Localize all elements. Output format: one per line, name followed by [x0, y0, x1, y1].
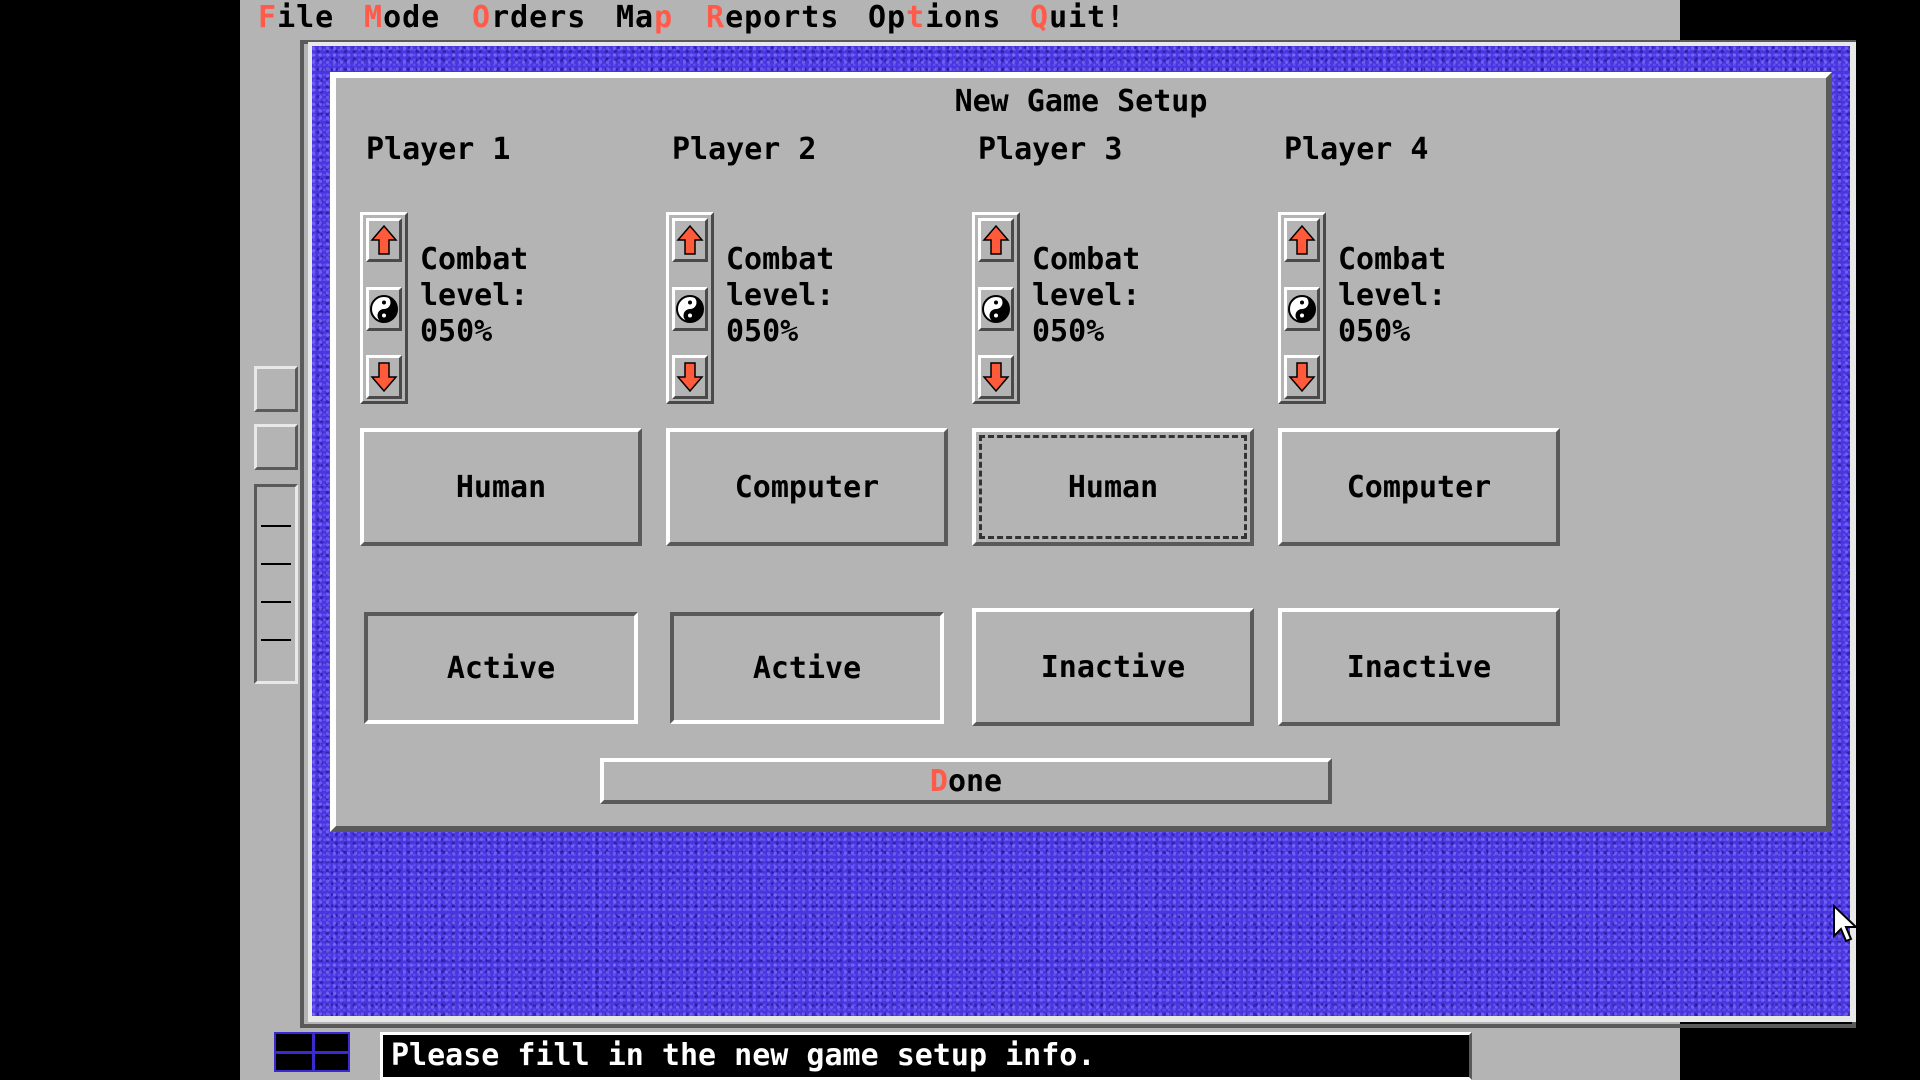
menu-quit[interactable]: Quit!	[1030, 0, 1125, 35]
player-4-status-button[interactable]: Inactive	[1278, 608, 1560, 726]
menu-options[interactable]: Options	[868, 0, 1001, 35]
player-2-type-button[interactable]: Computer	[666, 428, 948, 546]
menu-bar: File Mode Orders Map Reports Options Qui…	[240, 0, 1680, 36]
combat-label-line2: level:	[420, 278, 529, 313]
game-screen: File Mode Orders Map Reports Options Qui…	[240, 0, 1859, 1080]
player-name: Player 2	[672, 132, 817, 167]
player-name: Player 3	[978, 132, 1123, 167]
menu-map[interactable]: Map	[616, 0, 673, 35]
combat-reset-button[interactable]	[672, 287, 708, 331]
combat-label-line1: Combat	[420, 242, 529, 277]
menu-mode[interactable]: Mode	[364, 0, 440, 35]
player-3-status-button[interactable]: Inactive	[972, 608, 1254, 726]
arrow-down-icon	[982, 362, 1010, 393]
arrow-down-icon	[1288, 362, 1316, 393]
combat-level-spinner	[360, 212, 408, 404]
combat-level-value: 050%	[1032, 314, 1105, 349]
status-message: Please fill in the new game setup info.	[380, 1032, 1472, 1080]
combat-level-label: Combat level: 050%	[420, 242, 528, 350]
new-game-setup-dialog: New Game Setup Player 1 Combat level: 050%…	[330, 72, 1832, 832]
arrow-down-icon	[370, 362, 398, 393]
combat-label-line2: level:	[726, 278, 835, 313]
arrow-up-icon	[1288, 224, 1316, 255]
arrow-up-icon	[676, 224, 704, 255]
combat-level-label: Combat level: 050%	[1338, 242, 1446, 350]
combat-up-button[interactable]	[366, 218, 402, 262]
done-label: one	[947, 763, 1003, 799]
side-list-divider	[261, 601, 291, 603]
player-name: Player 4	[1284, 132, 1429, 167]
combat-label-line1: Combat	[726, 242, 835, 277]
arrow-up-icon	[370, 224, 398, 255]
minimap-grid-icon[interactable]	[274, 1032, 350, 1072]
combat-level-spinner	[1278, 212, 1326, 404]
arrow-down-icon	[676, 362, 704, 393]
side-list-divider	[261, 525, 291, 527]
menu-file[interactable]: File	[258, 0, 334, 35]
menu-reports[interactable]: Reports	[706, 0, 839, 35]
combat-level-spinner	[972, 212, 1020, 404]
yin-yang-icon	[1288, 295, 1316, 323]
combat-up-button[interactable]	[672, 218, 708, 262]
side-list-divider	[261, 563, 291, 565]
side-tool-list[interactable]	[254, 484, 298, 684]
combat-level-value: 050%	[726, 314, 799, 349]
combat-down-button[interactable]	[1284, 355, 1320, 399]
combat-label-line1: Combat	[1032, 242, 1141, 277]
side-list-divider	[261, 639, 291, 641]
combat-down-button[interactable]	[366, 355, 402, 399]
combat-level-spinner	[666, 212, 714, 404]
yin-yang-icon	[370, 295, 398, 323]
combat-reset-button[interactable]	[366, 287, 402, 331]
side-tool-box-2[interactable]	[254, 424, 298, 470]
combat-reset-button[interactable]	[1284, 287, 1320, 331]
combat-level-value: 050%	[420, 314, 493, 349]
combat-up-button[interactable]	[1284, 218, 1320, 262]
yin-yang-icon	[982, 295, 1010, 323]
done-button[interactable]: Done	[600, 758, 1332, 804]
combat-label-line2: level:	[1338, 278, 1447, 313]
arrow-up-icon	[982, 224, 1010, 255]
combat-level-value: 050%	[1338, 314, 1411, 349]
player-2-status-button[interactable]: Active	[670, 612, 944, 724]
player-1-type-button[interactable]: Human	[360, 428, 642, 546]
grid-line	[312, 1034, 315, 1070]
done-hotkey: D	[929, 763, 948, 799]
combat-label-line2: level:	[1032, 278, 1141, 313]
combat-label-line1: Combat	[1338, 242, 1447, 277]
combat-down-button[interactable]	[978, 355, 1014, 399]
player-name: Player 1	[366, 132, 511, 167]
player-4-type-button[interactable]: Computer	[1278, 428, 1560, 546]
yin-yang-icon	[676, 295, 704, 323]
menu-orders[interactable]: Orders	[472, 0, 586, 35]
side-tool-box-1[interactable]	[254, 366, 298, 412]
combat-down-button[interactable]	[672, 355, 708, 399]
player-3-type-button[interactable]: Human	[972, 428, 1254, 546]
combat-up-button[interactable]	[978, 218, 1014, 262]
combat-level-label: Combat level: 050%	[726, 242, 834, 350]
player-1-status-button[interactable]: Active	[364, 612, 638, 724]
combat-level-label: Combat level: 050%	[1032, 242, 1140, 350]
combat-reset-button[interactable]	[978, 287, 1014, 331]
mouse-cursor-icon	[1833, 904, 1859, 943]
